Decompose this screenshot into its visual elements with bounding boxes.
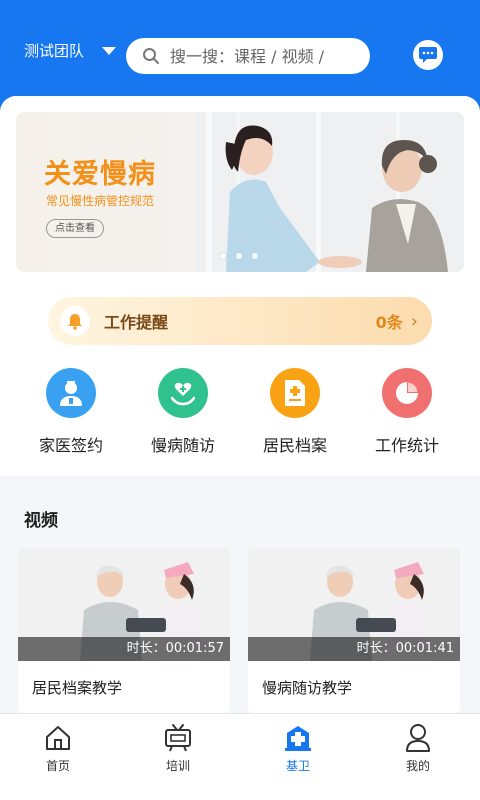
bell-icon xyxy=(60,306,90,336)
pagination-dot[interactable] xyxy=(252,253,258,259)
action-work-statistics[interactable]: 工作统计 xyxy=(352,368,462,456)
team-selector[interactable]: 测试团队 xyxy=(24,40,117,61)
search-input[interactable] xyxy=(170,46,360,66)
caret-down-icon xyxy=(102,46,117,55)
search-bar[interactable] xyxy=(126,38,370,74)
action-label: 居民档案 xyxy=(262,436,327,455)
team-name: 测试团队 xyxy=(24,42,85,60)
medical-record-icon xyxy=(270,368,320,418)
user-icon xyxy=(378,722,458,754)
action-label: 家医签约 xyxy=(38,436,103,455)
action-label: 工作统计 xyxy=(374,436,439,455)
action-chronic-followup[interactable]: 慢病随访 xyxy=(128,368,238,456)
pagination-dot[interactable] xyxy=(236,253,242,259)
heart-hand-icon xyxy=(158,368,208,418)
reminder-count: 0条 xyxy=(375,313,403,332)
message-button[interactable] xyxy=(413,40,443,70)
work-reminder-bar[interactable]: 工作提醒 0条 › xyxy=(48,297,432,345)
banner-view-button[interactable]: 点击查看 xyxy=(46,219,104,238)
chat-bubble-icon xyxy=(419,47,437,63)
video-card[interactable]: 时长：00:01:41 慢病随访教学 xyxy=(248,548,460,713)
banner-pagination xyxy=(220,253,258,259)
banner-subtitle: 常见慢性病管控规范 xyxy=(46,194,155,208)
tab-training[interactable]: 培训 xyxy=(138,722,218,774)
action-family-doctor-signing[interactable]: 家医签约 xyxy=(16,368,126,456)
action-resident-records[interactable]: 居民档案 xyxy=(240,368,350,456)
promo-banner[interactable]: 关爱慢病 常见慢性病管控规范 点击查看 xyxy=(16,112,464,272)
quick-actions: 家医签约 慢病随访 居民档案 工作统计 xyxy=(0,368,480,468)
video-duration: 时长：00:01:41 xyxy=(356,641,454,656)
search-icon xyxy=(143,48,159,64)
action-label: 慢病随访 xyxy=(150,436,215,455)
chevron-right-icon: › xyxy=(410,310,418,332)
video-title: 慢病随访教学 xyxy=(262,679,353,697)
tab-profile[interactable]: 我的 xyxy=(378,722,458,774)
banner-illustration xyxy=(196,112,464,272)
hospital-icon xyxy=(258,722,338,754)
tab-basic-health[interactable]: 基卫 xyxy=(258,722,338,774)
video-thumbnail: 时长：00:01:57 xyxy=(18,548,230,661)
doctor-icon xyxy=(46,368,96,418)
video-duration: 时长：00:01:57 xyxy=(126,641,224,656)
tab-label: 首页 xyxy=(45,759,70,773)
tab-label: 基卫 xyxy=(285,759,310,773)
tab-label: 我的 xyxy=(405,759,430,773)
home-icon xyxy=(18,722,98,754)
video-title: 居民档案教学 xyxy=(32,679,123,697)
tab-label: 培训 xyxy=(165,759,190,773)
pie-chart-icon xyxy=(382,368,432,418)
tv-icon xyxy=(138,722,218,754)
video-thumbnail: 时长：00:01:41 xyxy=(248,548,460,661)
video-card[interactable]: 时长：00:01:57 居民档案教学 xyxy=(18,548,230,713)
tab-home[interactable]: 首页 xyxy=(18,722,98,774)
pagination-dot[interactable] xyxy=(220,253,226,259)
video-section-title: 视频 xyxy=(24,511,58,531)
banner-title: 关爱慢病 xyxy=(44,159,156,190)
bottom-tab-bar: 首页 培训 基卫 我的 xyxy=(0,713,480,800)
reminder-label: 工作提醒 xyxy=(104,313,169,332)
